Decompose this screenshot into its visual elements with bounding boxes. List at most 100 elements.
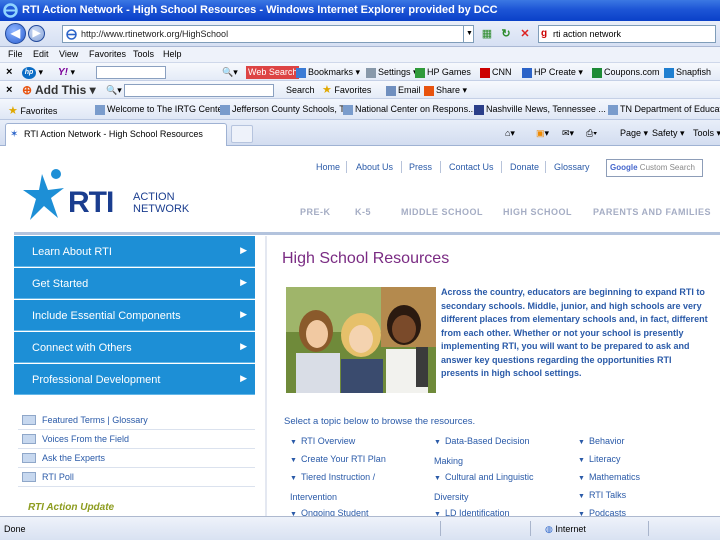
menu-favorites[interactable]: Favorites	[89, 49, 126, 59]
menu-get-started[interactable]: Get Started ▶	[14, 268, 255, 299]
nav-donate[interactable]: Donate	[510, 162, 539, 172]
stop-icon[interactable]: ✕	[518, 27, 532, 41]
resource-link-label: RTI Poll	[42, 472, 74, 482]
topic-create-your-rti-plan[interactable]: ▼ Create Your RTI Plan	[290, 450, 386, 470]
hp-toolbar-close-icon[interactable]: ×	[6, 66, 12, 79]
back-button[interactable]: ◀	[5, 23, 26, 44]
menu-tools[interactable]: Tools	[133, 49, 154, 59]
nav-home[interactable]: Home	[316, 162, 340, 172]
topic-behavior[interactable]: ▼ Behavior	[578, 432, 624, 452]
topic-data-based-decision-making[interactable]: ▼ Data-Based Decision Making	[434, 432, 554, 470]
fav-link-national-center[interactable]: National Center on Respons...	[343, 104, 476, 115]
menu-view[interactable]: View	[59, 49, 78, 59]
voices-icon	[22, 434, 36, 444]
link-featured-terms-glossary[interactable]: Featured Terms | Glossary	[18, 412, 255, 430]
addthis-email-button[interactable]: Email	[386, 84, 421, 97]
settings-button[interactable]: Settings ▾	[366, 66, 418, 79]
coupons-button[interactable]: Coupons.com	[592, 66, 660, 79]
new-tab-button[interactable]	[231, 125, 253, 143]
nav-glossary[interactable]: Glossary	[554, 162, 590, 172]
hp-logo-icon[interactable]: hp ▾	[22, 66, 43, 79]
addthis-toolbar-close-icon[interactable]: ×	[6, 84, 12, 97]
nav-divider	[401, 161, 402, 173]
url-dropdown-button[interactable]: ▼	[463, 25, 475, 43]
left-nav-menu: Learn About RTI ▶ Get Started ▶ Include Es…	[14, 236, 255, 396]
topic-cultural-linguistic-diversity[interactable]: ▼ Cultural and Linguistic Diversity	[434, 468, 554, 506]
fav-news-icon	[474, 104, 484, 115]
link-ask-the-experts[interactable]: Ask the Experts	[18, 450, 255, 468]
safety-menu[interactable]: Safety ▾	[652, 128, 685, 139]
triangle-down-icon: ▼	[290, 439, 297, 446]
chevron-right-icon: ▶	[240, 341, 247, 351]
compatibility-view-icon[interactable]: ▦	[480, 27, 494, 41]
security-zone[interactable]: ◍ Internet	[545, 524, 586, 535]
fav-link-irtg[interactable]: Welcome to The IRTG Center	[95, 104, 226, 115]
menu-edit[interactable]: Edit	[33, 49, 49, 59]
topic-mathematics[interactable]: ▼ Mathematics	[578, 468, 640, 488]
logo-rti-text: RTI	[68, 186, 114, 219]
topic-literacy[interactable]: ▼ Literacy	[578, 450, 620, 470]
intro-paragraph: Across the country, educators are beginn…	[441, 287, 708, 378]
tab-k-5[interactable]: K-5	[355, 207, 371, 217]
refresh-icon[interactable]: ↻	[499, 27, 513, 41]
menu-professional-development[interactable]: Professional Development ▶	[14, 364, 255, 395]
tab-rti-high-school[interactable]: ✶ RTI Action Network - High School Resou…	[5, 123, 227, 146]
addthis-favorites-button[interactable]: ★ Favorites	[322, 84, 371, 97]
fav-link-jefferson[interactable]: Jefferson County Schools, TN	[220, 104, 351, 115]
menu-file[interactable]: File	[8, 49, 23, 59]
tab-parents-and-families[interactable]: PARENTS AND FAMILIES	[593, 207, 711, 217]
hp-search-input[interactable]	[96, 66, 166, 80]
web-search-button[interactable]: Web Search	[246, 66, 300, 79]
link-voices-from-the-field[interactable]: Voices From the Field	[18, 431, 255, 449]
mail-icon[interactable]: ✉▾	[562, 128, 574, 139]
link-rti-poll[interactable]: RTI Poll	[18, 469, 255, 487]
addthis-search-input[interactable]: 🔍▾	[106, 84, 274, 98]
topic-ld-identification[interactable]: ▼ LD Identification	[434, 504, 509, 516]
cnn-button[interactable]: CNN	[480, 66, 512, 79]
hp-games-button[interactable]: HP Games	[415, 66, 471, 79]
rti-logo[interactable]: RTI ACTION NETWORK	[20, 166, 189, 226]
topic-rti-overview[interactable]: ▼ RTI Overview	[290, 432, 355, 452]
home-icon[interactable]: ⌂▾	[505, 128, 515, 139]
menu-learn-about-rti[interactable]: Learn About RTI ▶	[14, 236, 255, 267]
fav-link-nashville[interactable]: Nashville News, Tennessee ...	[474, 104, 606, 115]
star-icon: ★	[322, 84, 332, 96]
tab-pre-k[interactable]: PRE-K	[300, 207, 331, 217]
menu-help[interactable]: Help	[163, 49, 182, 59]
fav-page-icon	[608, 104, 618, 115]
nav-about-us[interactable]: About Us	[356, 162, 393, 172]
menu-include-essential-components[interactable]: Include Essential Components ▶	[14, 300, 255, 331]
menu-connect-with-others[interactable]: Connect with Others ▶	[14, 332, 255, 363]
print-icon[interactable]: ⎙▾	[586, 128, 597, 139]
page-menu[interactable]: Page ▾	[620, 128, 648, 139]
bookmarks-button[interactable]: Bookmarks ▾	[296, 66, 360, 79]
tab-favicon-icon: ✶	[10, 129, 19, 140]
address-bar[interactable]: http://www.rtinetwork.org/HighSchool	[62, 25, 474, 43]
addthis-share-button[interactable]: Share ▾	[424, 84, 467, 97]
site-search-input[interactable]: Google Custom Search	[606, 159, 703, 177]
browser-search-box[interactable]: g rti action network	[538, 25, 716, 43]
magnifier-icon[interactable]: 🔍▾	[222, 66, 238, 79]
tools-menu[interactable]: Tools ▾	[693, 128, 720, 139]
feeds-icon[interactable]: ▣▾	[536, 128, 549, 139]
tab-middle-school[interactable]: MIDDLE SCHOOL	[401, 207, 483, 217]
forward-button[interactable]: ▶	[28, 25, 45, 42]
nav-divider	[545, 161, 546, 173]
hp-create-button[interactable]: HP Create ▾	[522, 66, 583, 79]
favorites-button[interactable]: ★ Favorites	[8, 104, 57, 117]
site-search-placeholder: Google Custom Search	[610, 163, 695, 172]
addthis-search-button[interactable]: Search	[286, 84, 315, 97]
addthis-button[interactable]: ⊕ Add This ▾	[22, 84, 96, 97]
topic-podcasts[interactable]: ▼ Podcasts	[578, 504, 626, 516]
topic-tiered-instruction[interactable]: ▼ Tiered Instruction / Intervention	[290, 468, 420, 506]
nav-press[interactable]: Press	[409, 162, 432, 172]
share-icon	[424, 85, 434, 96]
yahoo-logo-icon[interactable]: Y! ▾	[58, 66, 75, 79]
fav-link-tn-education[interactable]: TN Department of Educatio...	[608, 104, 720, 115]
topic-rti-talks[interactable]: ▼ RTI Talks	[578, 486, 626, 506]
tab-high-school[interactable]: HIGH SCHOOL	[503, 207, 572, 217]
snapfish-button[interactable]: Snapfish	[664, 66, 711, 79]
games-icon	[415, 67, 425, 78]
topic-ongoing-student[interactable]: ▼ Ongoing Student	[290, 504, 369, 516]
nav-contact-us[interactable]: Contact Us	[449, 162, 494, 172]
